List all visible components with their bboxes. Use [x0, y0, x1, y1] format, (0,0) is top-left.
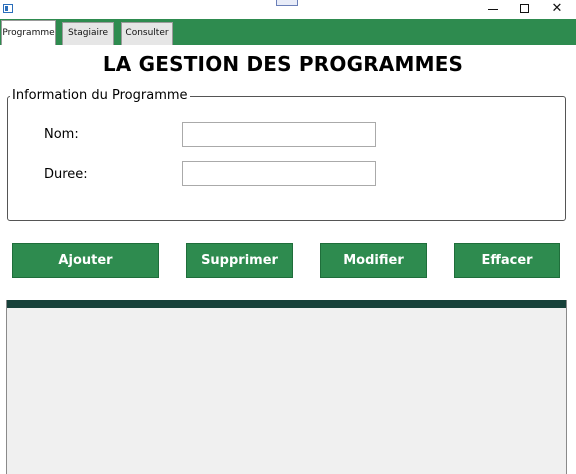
nom-input[interactable] [182, 122, 376, 147]
maximize-icon [520, 4, 529, 13]
close-button[interactable]: ✕ [541, 0, 573, 19]
minimize-icon [488, 9, 498, 10]
tab-programme[interactable]: Programme [1, 20, 56, 45]
tab-stagiaire[interactable]: Stagiaire [62, 22, 114, 45]
modifier-button[interactable]: Modifier [320, 243, 427, 278]
program-info-groupbox [7, 96, 566, 221]
programmes-data-grid[interactable] [6, 300, 567, 474]
page-title: LA GESTION DES PROGRAMMES [102, 52, 464, 76]
maximize-button[interactable] [509, 0, 541, 19]
supprimer-button[interactable]: Supprimer [186, 243, 293, 278]
tab-consulter[interactable]: Consulter [121, 22, 173, 45]
close-icon: ✕ [551, 1, 563, 16]
ajouter-button[interactable]: Ajouter [12, 243, 159, 278]
nom-label: Nom: [44, 127, 79, 142]
window-title-bar: ✕ [0, 0, 576, 19]
tab-strip: Programme Stagiaire Consulter [0, 19, 576, 45]
title-bar-indicator-icon [276, 0, 298, 6]
duree-input[interactable] [182, 161, 376, 186]
data-grid-header [7, 300, 566, 308]
duree-label: Duree: [44, 167, 88, 182]
minimize-button[interactable] [477, 0, 509, 19]
window-app-icon[interactable] [3, 4, 13, 13]
groupbox-title: Information du Programme [10, 87, 190, 105]
effacer-button[interactable]: Effacer [454, 243, 560, 278]
